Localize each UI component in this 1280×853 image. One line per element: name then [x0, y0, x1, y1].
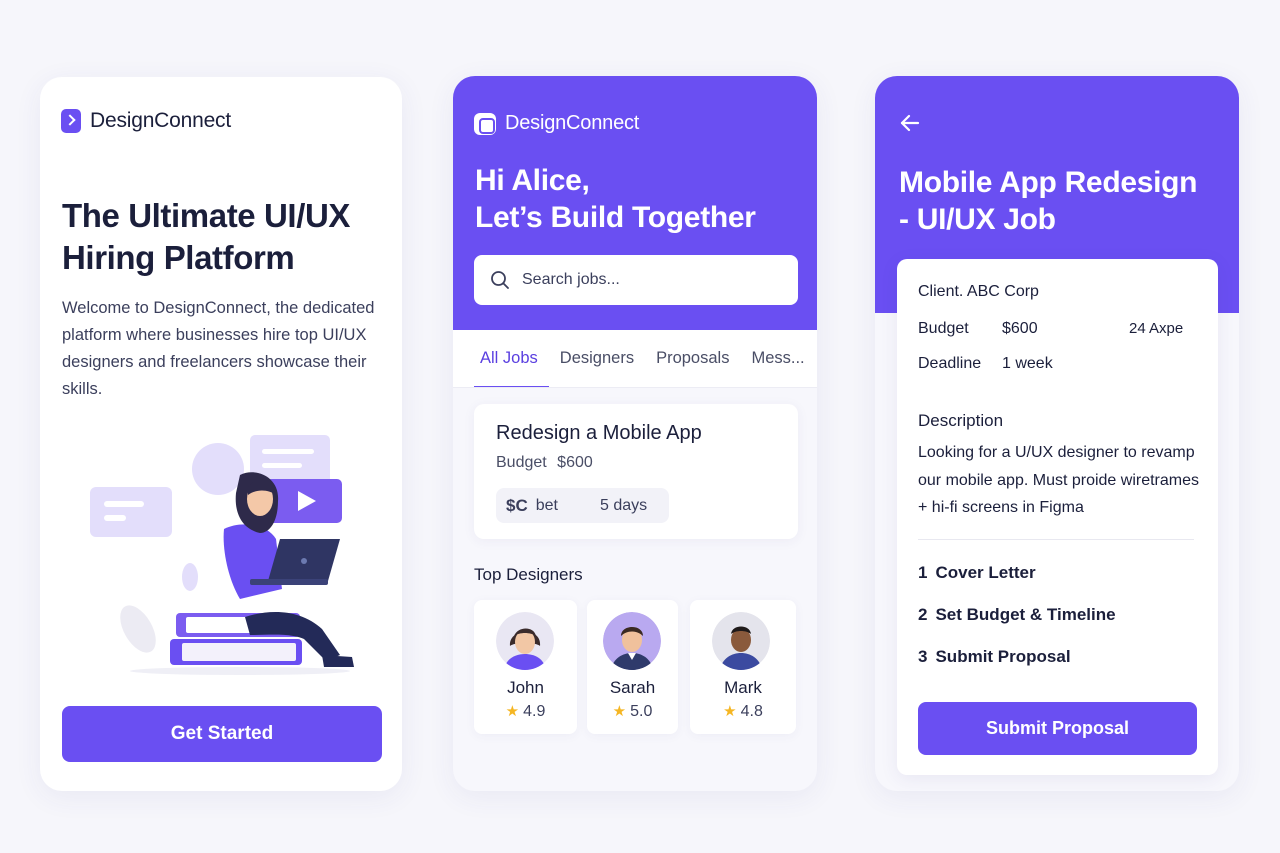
job-title: Redesign a Mobile App [496, 422, 702, 444]
submit-proposal-button[interactable]: Submit Proposal [918, 702, 1197, 755]
brand-name: DesignConnect [505, 112, 640, 134]
avatar [496, 612, 554, 670]
designer-rating: ★ 4.9 [474, 702, 577, 721]
tab-messages[interactable]: Mess... [740, 330, 815, 387]
designer-name: Mark [724, 678, 762, 697]
description-label: Description [918, 411, 1004, 430]
designer-illustration [90, 435, 354, 675]
designer-card-sarah[interactable]: Sarah ★ 5.0 [587, 600, 678, 734]
budget-extra: 24 Axpe [1129, 320, 1184, 337]
greeting-line1: Hi Alice, [475, 164, 590, 197]
avatar [712, 612, 770, 670]
brand-name: DesignConnect [90, 109, 231, 132]
budget-label: Budget [918, 320, 969, 337]
designer-name: John [507, 678, 544, 697]
step-label: Submit Proposal [935, 647, 1071, 666]
job-duration: 5 days [599, 496, 648, 514]
book-pages [182, 643, 296, 661]
leaf [182, 563, 198, 591]
person-shirt [223, 524, 282, 599]
person-shoe [322, 655, 354, 667]
tab-all-jobs[interactable]: All Jobs [474, 330, 549, 387]
chat-bubble-left [90, 487, 172, 537]
leaf [120, 605, 156, 653]
star-icon: ★ [505, 703, 520, 720]
back-arrow-icon[interactable] [899, 112, 921, 134]
search-input[interactable] [522, 271, 772, 289]
search-bar[interactable] [474, 255, 798, 305]
job-meta-chip: $C bet 5 days [496, 488, 669, 523]
job-budget-label: Budget [496, 454, 547, 471]
designer-card-john[interactable]: John ★ 4.9 [474, 600, 577, 734]
rating-value: 5.0 [630, 703, 653, 720]
step-cover-letter[interactable]: 1 Cover Letter [918, 563, 1036, 583]
bubble-line [262, 463, 302, 468]
brand: DesignConnect [61, 109, 231, 133]
chat-bubble-round [192, 443, 244, 495]
divider [918, 539, 1194, 540]
client-name: Client. ABC Corp [918, 283, 1039, 300]
designer-card-mark[interactable]: Mark ★ 4.8 [690, 600, 796, 734]
top-designers-title: Top Designers [474, 565, 583, 584]
job-card[interactable]: Redesign a Mobile App Budget $600 $C bet… [474, 404, 798, 539]
hero-title-line2: Hiring Platform [62, 239, 295, 276]
logo-icon [61, 109, 81, 133]
bubble-line [104, 515, 126, 521]
get-started-button[interactable]: Get Started [62, 706, 382, 762]
onboarding-screen: DesignConnect The Ultimate UI/UX Hiring … [40, 77, 402, 791]
hero-title-line1: The Ultimate UI/UX [62, 197, 351, 234]
rating-value: 4.9 [523, 703, 546, 720]
brand: DesignConnect [474, 112, 639, 135]
step-number: 3 [918, 647, 928, 666]
job-chip-label: bet [535, 496, 558, 514]
hero-title: The Ultimate UI/UX Hiring Platform [62, 195, 392, 279]
laptop-base [250, 579, 328, 585]
designer-rating: ★ 5.0 [587, 702, 678, 721]
greeting: Hi Alice, Let’s Build Together [475, 162, 805, 236]
step-number: 1 [918, 563, 928, 582]
search-icon [491, 271, 509, 289]
shadow [130, 667, 350, 675]
tab-proposals[interactable]: Proposals [645, 330, 740, 387]
job-detail-card: Client. ABC Corp Budget $600 24 Axpe Dea… [897, 259, 1218, 775]
dollar-icon: $C [506, 495, 528, 515]
laptop-logo [301, 558, 307, 564]
deadline-value: 1 week [1002, 355, 1053, 372]
star-icon: ★ [723, 703, 737, 720]
job-detail-title: Mobile App Redesign - UI/UX Job [899, 164, 1229, 238]
avatar [603, 612, 661, 670]
rating-value: 4.8 [740, 703, 763, 720]
step-number: 2 [918, 605, 928, 624]
greeting-line2: Let’s Build Together [475, 201, 756, 234]
hero-description: Welcome to DesignConnect, the dedicated … [62, 299, 375, 398]
bubble-line [262, 449, 314, 454]
bubble-line [104, 501, 144, 507]
home-screen: DesignConnect Hi Alice, Let’s Build Toge… [453, 76, 817, 791]
step-label: Cover Letter [935, 563, 1036, 582]
job-detail-title-line2: - UI/UX Job [899, 203, 1056, 236]
job-budget: Budget $600 [496, 454, 593, 472]
designer-rating: ★ 4.8 [690, 702, 796, 721]
designer-name: Sarah [609, 678, 656, 697]
description-text: Looking for a U/UX designer to revamp ou… [918, 444, 1200, 516]
job-detail-title-line1: Mobile App Redesign [899, 166, 1198, 199]
logo-icon [474, 112, 496, 135]
job-detail-screen: Mobile App Redesign - UI/UX Job Client. … [875, 76, 1239, 791]
tab-designers[interactable]: Designers [549, 330, 645, 387]
deadline-label: Deadline [918, 355, 982, 372]
step-label: Set Budget & Timeline [935, 605, 1116, 624]
budget-value: $600 [1002, 320, 1038, 337]
star-icon: ★ [612, 703, 627, 720]
job-budget-value: $600 [557, 454, 593, 471]
tab-bar: All Jobs Designers Proposals Mess... [453, 330, 817, 388]
step-budget-timeline[interactable]: 2 Set Budget & Timeline [918, 605, 1116, 625]
step-submit-proposal[interactable]: 3 Submit Proposal [918, 647, 1071, 667]
